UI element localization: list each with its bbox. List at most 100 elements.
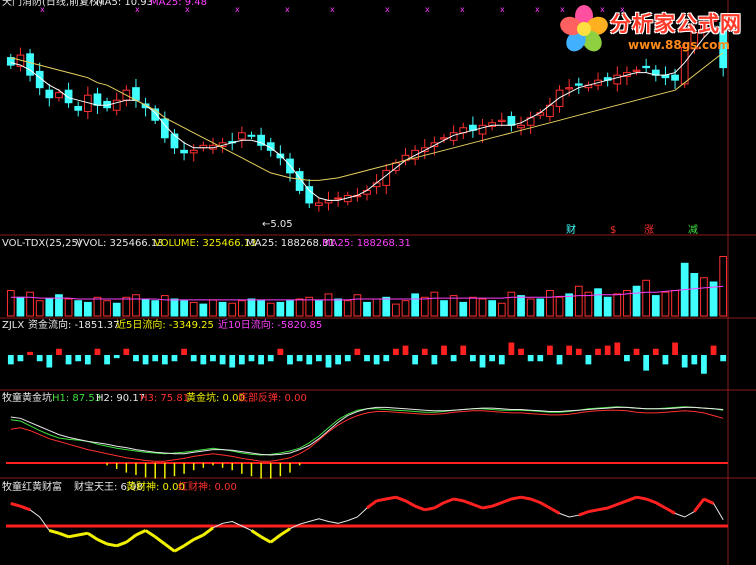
golden-pit-value: 黄金坑: 0.00 [186,393,245,404]
h2-value: H2: 90.17 [96,393,146,404]
bottom-rebound-value: 底部反弹: 0.00 [238,393,307,404]
fund-flow-bar [258,355,264,365]
fund-flow-bar [585,355,592,365]
red-god-segment [549,506,561,515]
red-god-segment [453,497,464,503]
red-god-segment [19,504,31,512]
fund-flow-bar [171,355,178,362]
yellow-god-segment [48,529,60,535]
fund-flow-bar [46,355,53,368]
fund-flow-bar [229,355,236,368]
h1-value: H1: 87.53 [52,393,102,404]
yellow-god-segment [116,540,127,548]
fund-flow-bar [566,345,573,355]
volume-bar [690,273,699,317]
fund-10day-value: 近10日流向: -5820.85 [218,320,323,331]
top-cross-marker: x [460,5,465,14]
fund-flow-bar [152,355,159,362]
volume-bar [6,290,15,317]
volume-bar [363,301,371,317]
yellow-god-segment [183,538,195,548]
volume-bar [613,293,622,317]
volume-bar [180,300,188,317]
ma25-line [10,52,724,181]
volume-bar [64,298,73,317]
red-god-segment [491,501,503,508]
chart-stage: xxxxxxxxxxxxxx 天门消防(日线,前复权) MA5: 10.93 M… [0,0,756,565]
volume-bar [382,296,391,317]
candle-body [45,89,54,99]
red-god-segment [424,506,435,512]
fund-flow-bar [518,348,524,355]
volume-bar [661,291,670,317]
volume-bar [218,301,227,317]
volume-bar [392,303,400,317]
volume-bar [276,301,285,317]
fund-flow-bar [84,355,91,365]
fund-flow-bar [267,355,274,362]
fund-5day-value: 近5日流向: -3349.25 [116,320,214,331]
volume-bar [469,296,477,317]
fund-flow-bar [643,355,650,371]
volume-bar [286,300,294,317]
fund-flow-bar [190,355,197,362]
red-god-segment [501,497,512,505]
volume-bar [228,302,237,317]
volume-bar [314,300,323,317]
yellow-god-segment [154,535,166,546]
volume-bar [237,300,246,317]
red-god-segment [578,510,589,517]
fund-flow-bar [547,345,553,355]
volume-bar [45,298,54,317]
fund-flow-bar [383,355,390,362]
volume-bar [430,291,439,317]
ma25-label: MA25: 9.48 [150,0,208,8]
red-god-segment [482,504,493,510]
fund-flow-bar [421,348,428,355]
volume-bar [343,300,352,317]
yellow-god-segment [193,533,204,541]
signal-jian: 减 [688,225,698,236]
red-god-segment [693,498,706,513]
fund-flow-bar [315,355,322,362]
fund-flow-bar [392,348,399,355]
volume-bar [546,290,554,317]
volume-bar [507,291,516,317]
red-god-segment [626,495,638,503]
fund-flow-bar [56,348,62,355]
volume-bar [603,296,612,317]
red-god-segment [433,501,445,510]
candle-body [555,89,564,107]
fund-flow-bar [720,355,727,362]
red-god-segment [655,501,667,510]
multi-panel-chart[interactable]: xxxxxxxxxxxxxx [0,0,756,565]
vvol-value: VVOL: 325466.13 [76,238,164,249]
fund-flow-bar [142,355,149,365]
volume-bar [103,300,111,317]
red-god-segment [664,506,676,515]
volume-bar [478,298,487,317]
volume-bar [440,300,448,317]
top-cross-marker: x [425,5,430,14]
red-god-segment [404,499,416,508]
fund-flow-bar [681,355,688,368]
fund-flow-bar [527,355,534,362]
volume-bar [526,298,535,317]
volume-bar [497,302,506,317]
volume-bar [324,293,333,317]
candle-body [237,132,246,140]
volume-bar [536,298,545,317]
fund-flow-bar [595,348,601,355]
flower-logo-icon [560,5,608,52]
fund-flow-bar [296,355,303,362]
candle-body [132,87,140,101]
volume-bar [170,298,179,317]
fund-flow-bar [624,355,630,362]
fund-flow-bar [133,355,139,362]
volume-bar [209,299,217,317]
candle-body [632,69,641,72]
fund-flow-bar [200,355,207,365]
ma5-label: MA5: 10.93 [96,0,154,8]
volume-bar [449,295,458,317]
yellow-god-segment [125,533,137,544]
